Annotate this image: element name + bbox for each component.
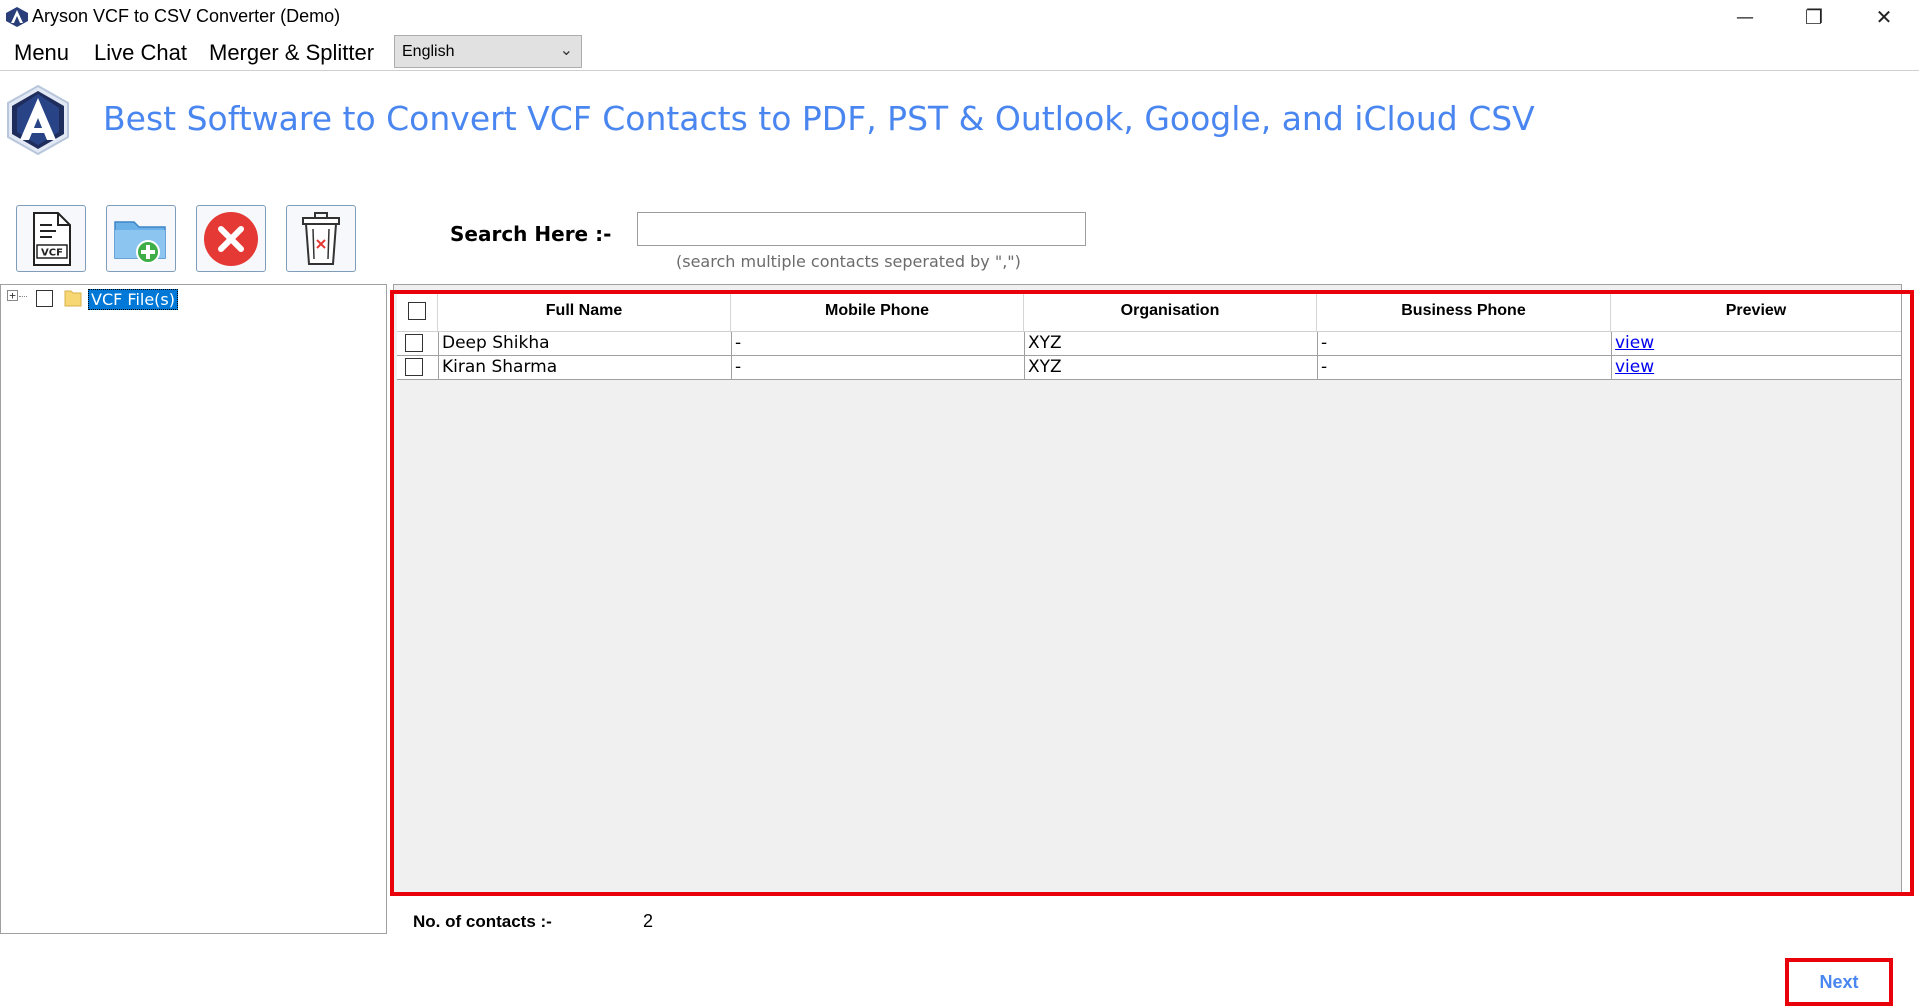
tree-root-checkbox[interactable]: [36, 290, 53, 307]
search-input[interactable]: [637, 212, 1086, 246]
minimize-icon: —: [1736, 6, 1754, 28]
menu-item-menu[interactable]: Menu: [14, 40, 69, 66]
tree-root-label[interactable]: VCF File(s): [88, 289, 178, 310]
column-header-business-phone[interactable]: Business Phone: [1317, 291, 1611, 331]
language-select[interactable]: English ⌄: [394, 35, 582, 68]
cell-organisation: XYZ: [1024, 332, 1317, 355]
add-vcf-file-button[interactable]: VCF: [16, 205, 86, 272]
vcf-icon-text: VCF: [41, 247, 63, 258]
cell-full-name: Deep Shikha: [438, 332, 731, 355]
row-checkbox[interactable]: [405, 358, 423, 376]
minimize-button[interactable]: —: [1710, 0, 1780, 34]
cell-full-name: Kiran Sharma: [438, 356, 731, 379]
file-tree-panel: [0, 284, 387, 934]
window-title: Aryson VCF to CSV Converter (Demo): [32, 6, 341, 26]
restore-button[interactable]: ❐: [1779, 0, 1849, 34]
delete-button[interactable]: [286, 205, 356, 272]
remove-icon: [204, 211, 258, 266]
menu-item-merger-splitter[interactable]: Merger & Splitter: [209, 40, 374, 66]
cell-mobile-phone: -: [731, 356, 1024, 379]
cell-business-phone: -: [1317, 332, 1611, 355]
menu-item-live-chat[interactable]: Live Chat: [94, 40, 187, 66]
add-folder-icon: [114, 220, 166, 264]
cell-preview-link[interactable]: view: [1611, 332, 1901, 355]
vcf-file-icon: VCF: [33, 211, 71, 266]
folder-icon: [64, 290, 82, 307]
close-button[interactable]: ✕: [1849, 0, 1919, 34]
aryson-logo-icon: [7, 84, 69, 156]
row-checkbox[interactable]: [405, 334, 423, 352]
search-label: Search Here :-: [450, 222, 612, 246]
cell-mobile-phone: -: [731, 332, 1024, 355]
table-row[interactable]: Kiran Sharma - XYZ - view: [397, 356, 1901, 380]
delete-trash-icon: [302, 211, 340, 265]
close-icon: ✕: [1875, 5, 1893, 29]
contacts-count-label: No. of contacts :-: [413, 912, 552, 931]
search-hint: (search multiple contacts seperated by "…: [676, 252, 1021, 271]
grid-header: Full Name Mobile Phone Organisation Busi…: [397, 291, 1901, 332]
column-header-full-name[interactable]: Full Name: [438, 291, 731, 331]
contacts-count-value: 2: [643, 911, 654, 931]
next-button[interactable]: Next: [1785, 958, 1893, 1006]
select-all-checkbox[interactable]: [408, 302, 426, 320]
column-header-mobile-phone[interactable]: Mobile Phone: [731, 291, 1024, 331]
chevron-down-icon: ⌄: [559, 42, 573, 59]
restore-icon: ❐: [1805, 5, 1823, 29]
cell-preview-link[interactable]: view: [1611, 356, 1901, 379]
remove-button[interactable]: [196, 205, 266, 272]
cell-organisation: XYZ: [1024, 356, 1317, 379]
header-checkbox-cell: [397, 291, 438, 331]
table-row[interactable]: Deep Shikha - XYZ - view: [397, 332, 1901, 356]
page-headline: Best Software to Convert VCF Contacts to…: [103, 99, 1535, 138]
app-logo-icon: [6, 7, 28, 27]
add-folder-button[interactable]: [106, 205, 176, 272]
column-header-organisation[interactable]: Organisation: [1024, 291, 1317, 331]
language-value: English: [402, 43, 455, 60]
tree-expand-icon[interactable]: +: [7, 290, 18, 301]
cell-business-phone: -: [1317, 356, 1611, 379]
column-header-preview[interactable]: Preview: [1611, 291, 1901, 331]
tree-connector: [19, 296, 27, 297]
